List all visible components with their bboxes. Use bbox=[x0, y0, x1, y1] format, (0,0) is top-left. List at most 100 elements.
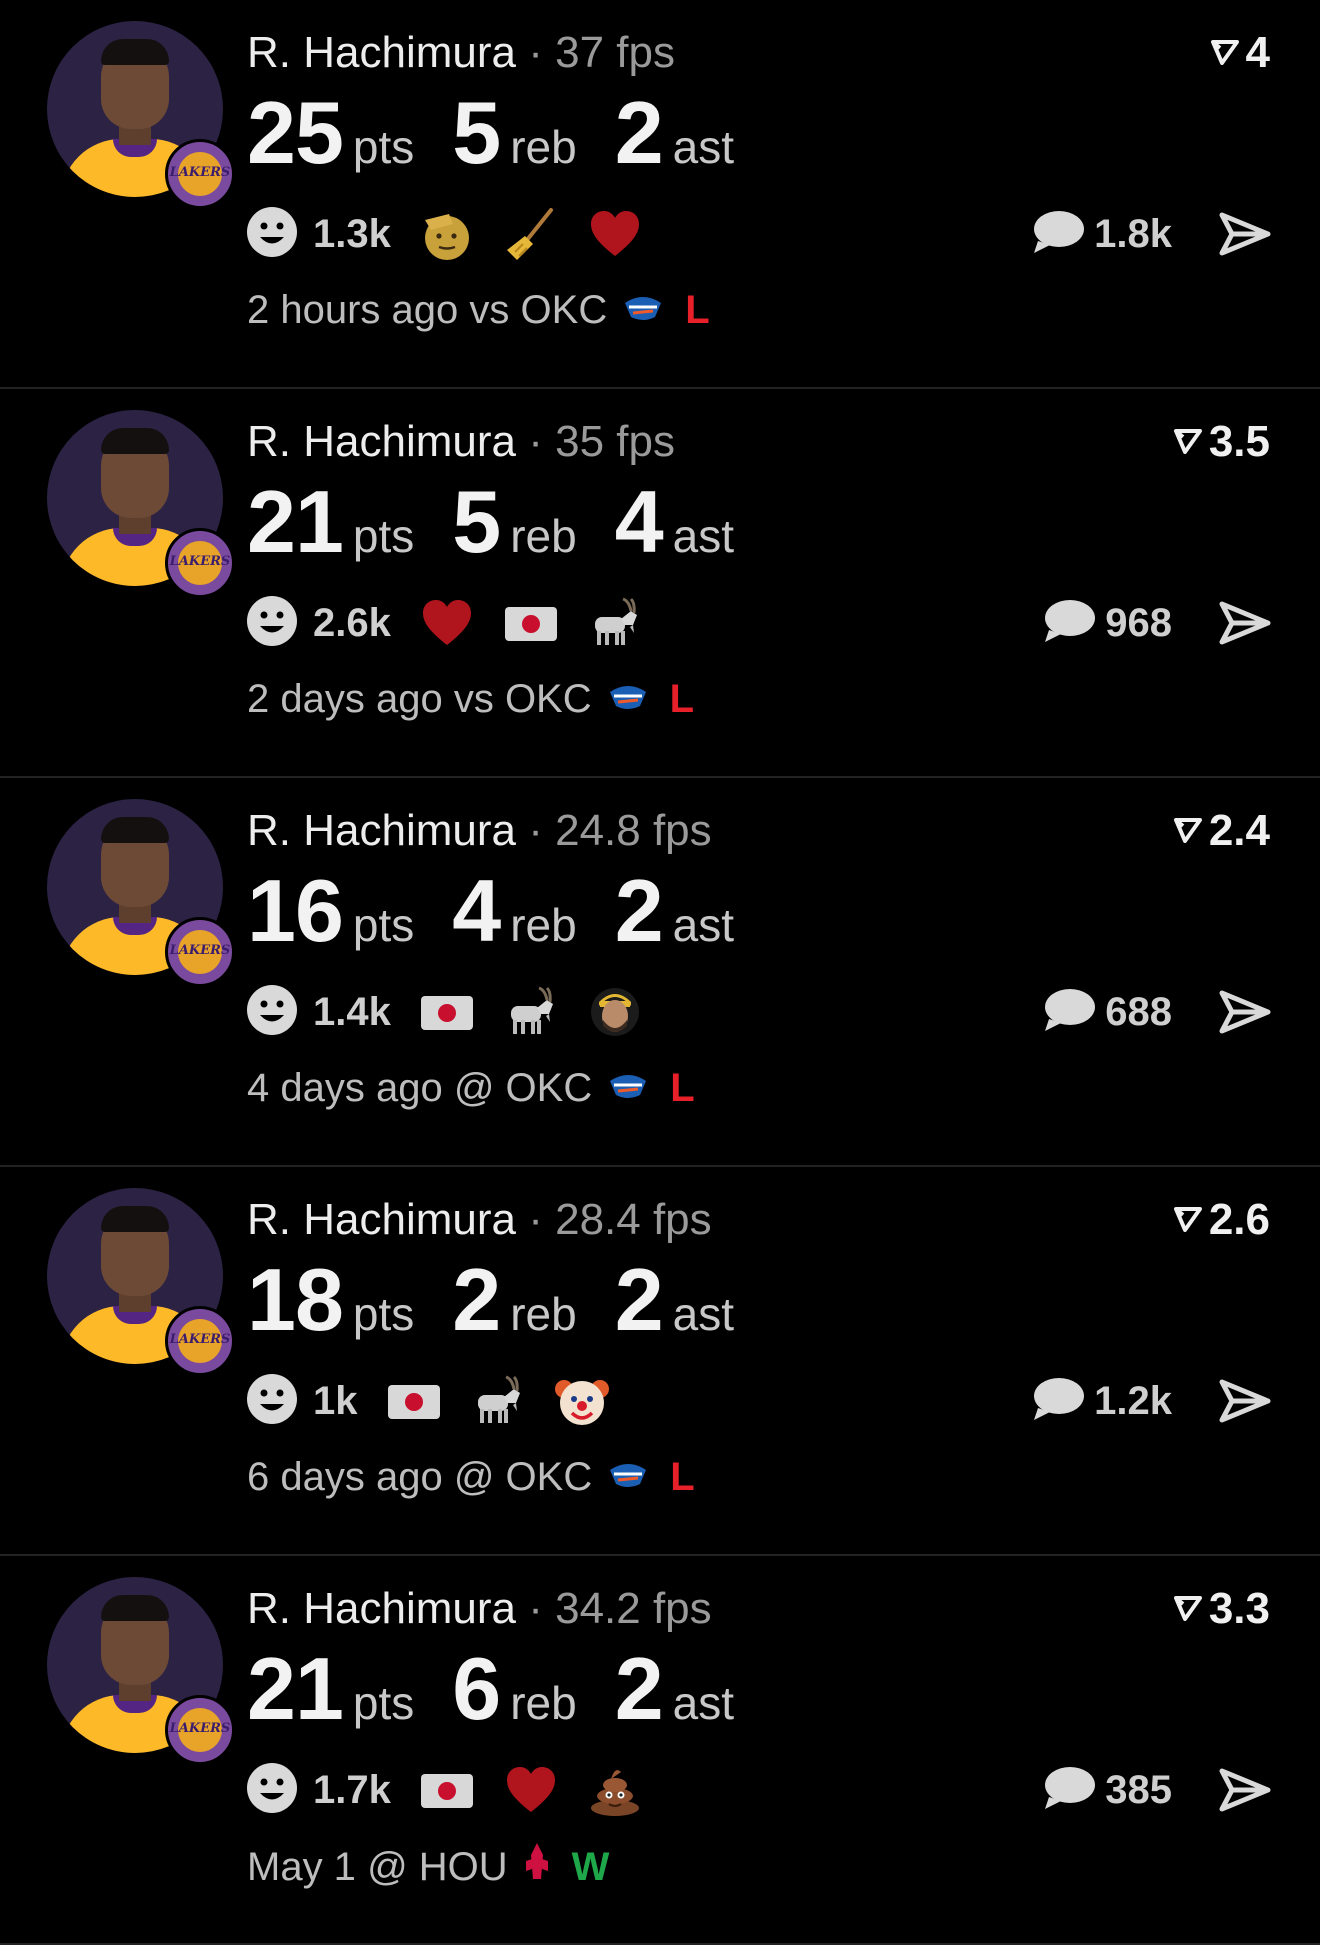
game-card[interactable]: LAKERS R. Hachimura · 28.4 fps 2.6 18 pts… bbox=[0, 1167, 1320, 1556]
reactions-bar: 1.7k bbox=[245, 1760, 671, 1820]
rebounds-value: 5 bbox=[452, 472, 501, 571]
japan-flag-icon[interactable] bbox=[419, 1762, 475, 1818]
rating[interactable]: 2.4 bbox=[1173, 806, 1270, 856]
rebounds-label: reb bbox=[510, 121, 577, 173]
separator-dot: · bbox=[528, 417, 543, 466]
reactions-bar: 2.6k bbox=[245, 593, 671, 653]
share-button[interactable] bbox=[1218, 1378, 1272, 1429]
japan-flag-icon[interactable] bbox=[503, 595, 559, 651]
okc-logo-icon bbox=[606, 1063, 650, 1113]
game-time: 2 days ago bbox=[247, 677, 443, 721]
smiley-icon[interactable] bbox=[245, 1761, 299, 1820]
japan-flag-icon[interactable] bbox=[419, 984, 475, 1040]
smiley-icon[interactable] bbox=[245, 983, 299, 1042]
fantasy-points: 28.4 fps bbox=[555, 1195, 712, 1244]
japan-flag-icon[interactable] bbox=[386, 1373, 442, 1429]
player-face-icon[interactable] bbox=[587, 984, 643, 1040]
okc-logo-icon bbox=[606, 1452, 650, 1502]
game-card[interactable]: LAKERS R. Hachimura · 24.8 fps 2.4 16 pts… bbox=[0, 778, 1320, 1167]
rating-value: 3.5 bbox=[1208, 417, 1270, 466]
comments-count: 688 bbox=[1105, 989, 1172, 1034]
assists-value: 2 bbox=[614, 83, 664, 182]
rebounds-value: 4 bbox=[452, 861, 501, 960]
rating-flag-icon bbox=[1173, 806, 1209, 855]
clown-face-icon[interactable] bbox=[554, 1373, 610, 1429]
assists-value: 2 bbox=[614, 1250, 664, 1349]
rating[interactable]: 3.5 bbox=[1173, 417, 1270, 467]
red-heart-icon[interactable] bbox=[419, 595, 475, 651]
player-name[interactable]: R. Hachimura bbox=[247, 806, 516, 855]
stat-line: 21 pts 6 reb 2 ast bbox=[247, 1644, 772, 1760]
share-button[interactable] bbox=[1218, 600, 1272, 651]
opponent[interactable]: @ OKC bbox=[454, 1452, 592, 1502]
red-heart-icon[interactable] bbox=[587, 206, 643, 262]
opponent[interactable]: vs OKC bbox=[469, 285, 607, 335]
reactions-bar: 1.3k bbox=[245, 204, 671, 264]
game-result: W bbox=[571, 1845, 610, 1889]
player-name[interactable]: R. Hachimura bbox=[247, 417, 516, 466]
game-info: 6 days ago @ OKC L bbox=[247, 1452, 695, 1502]
opponent[interactable]: vs OKC bbox=[454, 674, 592, 724]
broom-icon[interactable] bbox=[503, 206, 559, 262]
comments-button[interactable]: 1.2k bbox=[1030, 1371, 1172, 1431]
rating[interactable]: 2.6 bbox=[1173, 1195, 1270, 1245]
red-heart-icon[interactable] bbox=[503, 1762, 559, 1818]
rebounds-label: reb bbox=[510, 510, 577, 562]
separator-dot: · bbox=[528, 1195, 543, 1244]
game-card[interactable]: LAKERS R. Hachimura · 35 fps 3.5 21 pts 5 r… bbox=[0, 389, 1320, 778]
comment-bubble-icon bbox=[1030, 207, 1086, 262]
reactions-count[interactable]: 2.6k bbox=[313, 601, 391, 646]
comments-button[interactable]: 385 bbox=[1041, 1760, 1172, 1820]
points-label: pts bbox=[352, 1677, 415, 1729]
rating-flag-icon bbox=[1173, 1195, 1209, 1244]
reactions-count[interactable]: 1.7k bbox=[313, 1768, 391, 1813]
rating[interactable]: 4 bbox=[1210, 28, 1270, 78]
okc-logo-icon bbox=[621, 285, 665, 335]
comments-button[interactable]: 1.8k bbox=[1030, 204, 1172, 264]
okc-logo-icon bbox=[606, 674, 650, 724]
assists-label: ast bbox=[672, 1288, 735, 1340]
stat-line: 21 pts 5 reb 4 ast bbox=[247, 477, 772, 593]
comment-bubble-icon bbox=[1041, 985, 1097, 1040]
saluting-face-icon[interactable] bbox=[419, 206, 475, 262]
share-button[interactable] bbox=[1218, 211, 1272, 262]
pile-of-poo-icon[interactable] bbox=[587, 1762, 643, 1818]
comment-bubble-icon bbox=[1041, 596, 1097, 651]
comments-button[interactable]: 688 bbox=[1041, 982, 1172, 1042]
game-card[interactable]: LAKERS R. Hachimura · 37 fps 4 25 pts 5 reb… bbox=[0, 0, 1320, 389]
player-name[interactable]: R. Hachimura bbox=[247, 1584, 516, 1633]
comments-button[interactable]: 968 bbox=[1041, 593, 1172, 653]
team-badge-icon: LAKERS bbox=[165, 917, 235, 987]
smiley-icon[interactable] bbox=[245, 594, 299, 653]
share-arrow-icon bbox=[1218, 1379, 1272, 1428]
share-arrow-icon bbox=[1218, 990, 1272, 1039]
separator-dot: · bbox=[528, 1584, 543, 1633]
rebounds-value: 5 bbox=[452, 83, 501, 182]
goat-icon[interactable] bbox=[587, 595, 643, 651]
share-arrow-icon bbox=[1218, 212, 1272, 261]
game-feed: LAKERS R. Hachimura · 37 fps 4 25 pts 5 reb… bbox=[0, 0, 1320, 1945]
game-result: L bbox=[670, 1455, 695, 1499]
points-value: 16 bbox=[247, 861, 344, 960]
opponent[interactable]: @ HOU bbox=[367, 1842, 508, 1892]
reactions-count[interactable]: 1.4k bbox=[313, 990, 391, 1035]
goat-icon[interactable] bbox=[470, 1373, 526, 1429]
share-arrow-icon bbox=[1218, 601, 1272, 650]
rebounds-value: 6 bbox=[452, 1639, 501, 1738]
smiley-icon[interactable] bbox=[245, 205, 299, 264]
game-result: L bbox=[670, 1066, 695, 1110]
game-card[interactable]: LAKERS R. Hachimura · 34.2 fps 3.3 21 pts… bbox=[0, 1556, 1320, 1945]
share-button[interactable] bbox=[1218, 1767, 1272, 1818]
share-button[interactable] bbox=[1218, 989, 1272, 1040]
opponent[interactable]: @ OKC bbox=[454, 1063, 592, 1113]
reactions-count[interactable]: 1.3k bbox=[313, 212, 391, 257]
stat-line: 16 pts 4 reb 2 ast bbox=[247, 866, 772, 982]
reactions-count[interactable]: 1k bbox=[313, 1379, 358, 1424]
goat-icon[interactable] bbox=[503, 984, 559, 1040]
smiley-icon[interactable] bbox=[245, 1372, 299, 1431]
points-value: 25 bbox=[247, 83, 344, 182]
player-name[interactable]: R. Hachimura bbox=[247, 1195, 516, 1244]
points-label: pts bbox=[352, 1288, 415, 1340]
player-name[interactable]: R. Hachimura bbox=[247, 28, 516, 77]
rating[interactable]: 3.3 bbox=[1173, 1584, 1270, 1634]
